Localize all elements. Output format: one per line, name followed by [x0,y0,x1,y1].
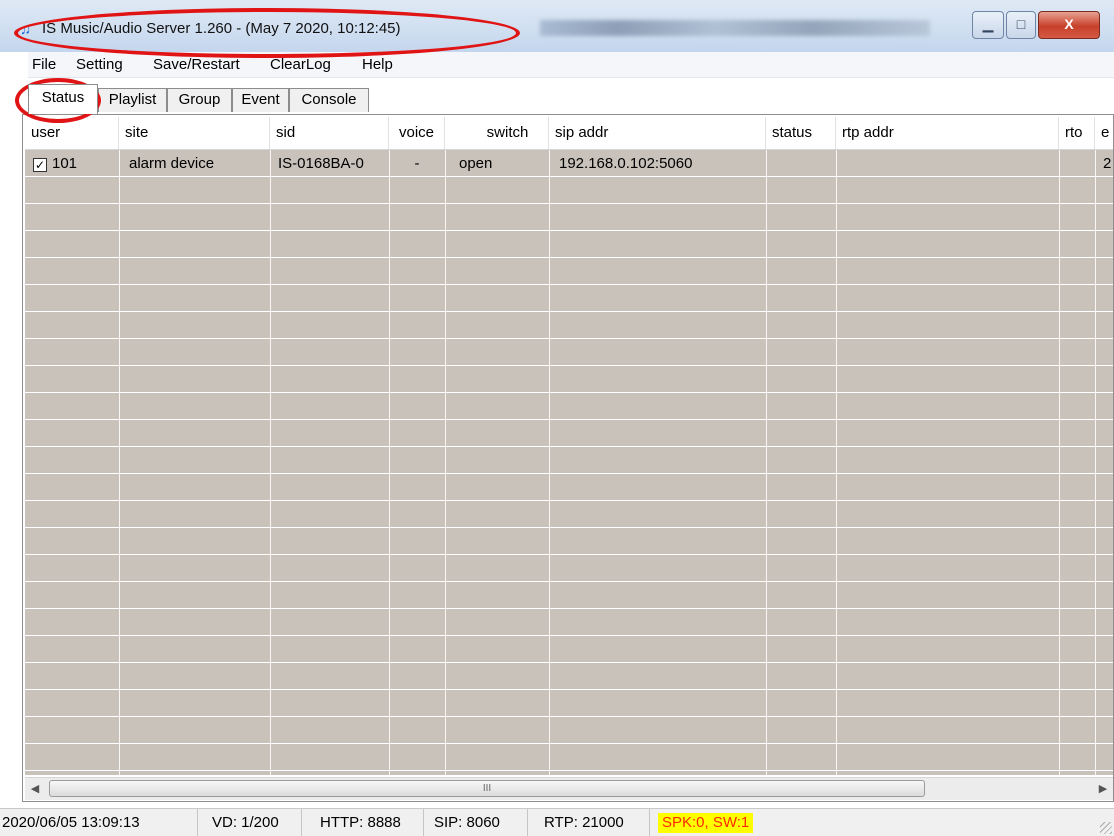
title-bar[interactable]: ♫ IS Music/Audio Server 1.260 - (May 7 2… [0,0,1114,52]
scroll-left-icon[interactable]: ◀ [25,778,45,800]
column-divider [389,150,390,775]
cell-site: alarm device [129,155,215,172]
col-voice[interactable]: voice [389,117,445,149]
menu-clearlog[interactable]: ClearLog [270,56,331,73]
col-sip-addr[interactable]: sip addr [549,117,766,149]
scroll-thumb[interactable]: III [49,780,925,797]
column-divider [836,150,837,775]
col-sid[interactable]: sid [270,117,389,149]
col-rtp-addr[interactable]: rtp addr [836,117,1059,149]
col-rto[interactable]: rto [1059,117,1095,149]
table-row-empty [25,393,1113,420]
table-row-empty [25,663,1113,690]
maximize-button[interactable]: □ [1006,11,1036,39]
table-row-empty [25,420,1113,447]
menu-setting[interactable]: Setting [76,56,123,73]
status-datetime: 2020/06/05 13:09:13 [0,809,198,836]
tab-event[interactable]: Event [232,88,289,112]
menu-help[interactable]: Help [362,56,393,73]
cell-status [766,150,836,177]
col-status[interactable]: status [766,117,836,149]
menu-bar: File Setting Save/Restart ClearLog Help [28,52,1114,78]
table-body [25,150,1113,775]
column-divider [445,150,446,775]
menu-file[interactable]: File [32,56,56,73]
table-row-empty [25,285,1113,312]
cell-user[interactable]: ✓ 101 [25,150,119,177]
status-bar: 2020/06/05 13:09:13 VD: 1/200 HTTP: 8888… [0,808,1114,836]
table-row-empty [25,690,1113,717]
tab-status[interactable]: Status [28,84,98,114]
col-switch[interactable]: switch [445,117,549,149]
table-row-empty [25,177,1113,204]
table-row-empty [25,501,1113,528]
table-row-empty [25,339,1113,366]
col-site[interactable]: site [119,117,270,149]
window-title: IS Music/Audio Server 1.260 - (May 7 202… [42,20,401,37]
minimize-button[interactable]: ▁ [972,11,1004,39]
table-row-empty [25,312,1113,339]
resize-grip-icon[interactable] [1100,822,1112,834]
close-button[interactable]: X [1038,11,1100,39]
row-checkbox[interactable]: ✓ [33,158,47,172]
tab-console[interactable]: Console [289,88,369,112]
tab-playlist[interactable]: Playlist [98,88,167,112]
cell-rtp-addr [836,150,1059,177]
horizontal-scrollbar[interactable]: ◀ III ▶ [25,777,1113,800]
table-row-empty [25,366,1113,393]
column-divider [270,150,271,775]
status-sip: SIP: 8060 [424,809,528,836]
table-row-empty [25,744,1113,771]
table-row-empty [25,474,1113,501]
status-vd: VD: 1/200 [198,809,302,836]
table-row-empty [25,231,1113,258]
music-note-icon: ♫ [20,21,32,38]
cell-user-value: 101 [52,155,78,172]
column-divider [549,150,550,775]
scroll-right-icon[interactable]: ▶ [1093,778,1113,800]
column-divider [1059,150,1060,775]
table-row-empty [25,555,1113,582]
table-row-empty [25,528,1113,555]
table-row-empty [25,636,1113,663]
cell-switch: open [459,155,493,172]
column-divider [1095,150,1096,775]
col-e[interactable]: e [1095,117,1113,149]
table-row-empty [25,717,1113,744]
status-table[interactable]: user site sid voice switch sip addr stat… [25,117,1113,775]
col-user[interactable]: user [25,117,119,149]
column-divider [119,150,120,775]
tab-bar: Status Playlist Group Event Console [28,84,1114,114]
table-header: user site sid voice switch sip addr stat… [25,117,1113,150]
blurred-title-region [540,20,930,36]
menu-save-restart[interactable]: Save/Restart [153,56,240,73]
cell-sid: IS-0168BA-0 [278,155,364,172]
cell-sip-addr: 192.168.0.102:5060 [559,155,693,172]
status-http: HTTP: 8888 [302,809,424,836]
table-row-empty [25,204,1113,231]
status-spk-sw: SPK:0, SW:1 [658,813,754,833]
cell-voice: - [414,155,420,172]
status-panel: user site sid voice switch sip addr stat… [22,114,1114,802]
column-divider [766,150,767,775]
status-rtp: RTP: 21000 [528,809,650,836]
table-row-empty [25,258,1113,285]
table-row-empty [25,609,1113,636]
tab-group[interactable]: Group [167,88,232,112]
table-row-empty [25,447,1113,474]
table-row-empty [25,582,1113,609]
cell-e: 2 [1103,155,1112,172]
cell-rto [1059,150,1095,177]
